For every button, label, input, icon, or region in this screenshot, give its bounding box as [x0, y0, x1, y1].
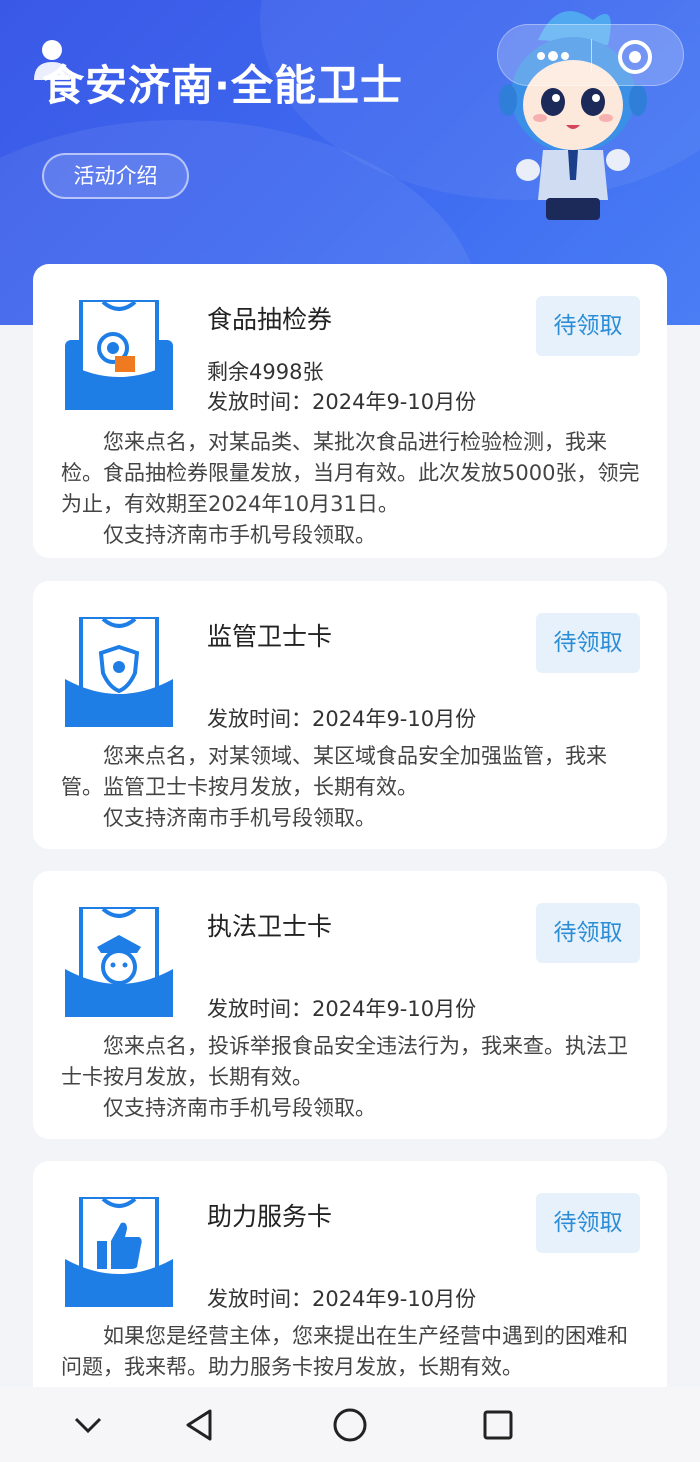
- issue-time: 发放时间：2024年9-10月份: [207, 997, 477, 1021]
- issue-time: 发放时间：2024年9-10月份: [207, 390, 477, 414]
- description-text: 仅支持济南市手机号段领取。: [103, 523, 376, 547]
- remaining-count: 剩余4998张: [207, 360, 324, 384]
- page-title: 食安济南·全能卫士: [42, 61, 403, 110]
- card-description: 您来点名，对某领域、某区域食品安全加强监管，我来管。监管卫士卡按月发放，长期有效…: [61, 741, 641, 834]
- more-dots-icon[interactable]: [518, 41, 588, 71]
- issue-time: 发放时间：2024年9-10月份: [207, 707, 477, 731]
- chevron-down-icon[interactable]: [70, 1407, 106, 1443]
- food-sampling-icon: [65, 300, 173, 410]
- back-triangle-icon[interactable]: [182, 1407, 218, 1443]
- mini-program-capsule: [497, 24, 684, 86]
- card-title: 食品抽检券: [207, 305, 333, 334]
- card-description: 如果您是经营主体，您来提出在生产经营中遇到的困难和问题，我来帮。助力服务卡按月发…: [61, 1321, 641, 1383]
- close-circle-icon[interactable]: [616, 38, 654, 76]
- card-title: 监管卫士卡: [207, 622, 333, 651]
- home-circle-icon[interactable]: [332, 1407, 368, 1443]
- card-food-sampling: 食品抽检券 待领取 剩余4998张 发放时间：2024年9-10月份 您来点名，…: [33, 264, 667, 558]
- card-description: 您来点名，对某品类、某批次食品进行检验检测，我来检。食品抽检券限量发放，当月有效…: [61, 427, 641, 551]
- capsule-divider: [591, 39, 592, 73]
- claim-button[interactable]: 待领取: [536, 1193, 640, 1253]
- recent-square-icon[interactable]: [480, 1407, 516, 1443]
- police-officer-icon: [65, 907, 173, 1017]
- description-text: 您来点名，对某领域、某区域食品安全加强监管，我来管。监管卫士卡按月发放，长期有效…: [61, 744, 607, 799]
- description-text: 您来点名，投诉举报食品安全违法行为，我来查。执法卫士卡按月发放，长期有效。: [61, 1034, 628, 1089]
- shield-icon: [65, 617, 173, 727]
- card-assistance-service: 助力服务卡 待领取 发放时间：2024年9-10月份 如果您是经营主体，您来提出…: [33, 1161, 667, 1421]
- system-navigation-bar: [0, 1387, 700, 1462]
- activity-intro-button[interactable]: 活动介绍: [42, 153, 189, 199]
- description-text: 仅支持济南市手机号段领取。: [103, 1096, 376, 1120]
- description-text: 如果您是经营主体，您来提出在生产经营中遇到的困难和问题，我来帮。助力服务卡按月发…: [61, 1324, 628, 1379]
- issue-time: 发放时间：2024年9-10月份: [207, 1287, 477, 1311]
- card-title: 助力服务卡: [207, 1202, 333, 1231]
- description-text: 仅支持济南市手机号段领取。: [103, 806, 376, 830]
- thumbs-up-icon: [65, 1197, 173, 1307]
- claim-button[interactable]: 待领取: [536, 613, 640, 673]
- card-title: 执法卫士卡: [207, 912, 333, 941]
- description-text: 您来点名，对某品类、某批次食品进行检验检测，我来检。食品抽检券限量发放，当月有效…: [61, 430, 640, 516]
- card-description: 您来点名，投诉举报食品安全违法行为，我来查。执法卫士卡按月发放，长期有效。 仅支…: [61, 1031, 641, 1124]
- claim-button[interactable]: 待领取: [536, 903, 640, 963]
- card-law-enforcement: 执法卫士卡 待领取 发放时间：2024年9-10月份 您来点名，投诉举报食品安全…: [33, 871, 667, 1139]
- card-supervision: 监管卫士卡 待领取 发放时间：2024年9-10月份 您来点名，对某领域、某区域…: [33, 581, 667, 849]
- claim-button[interactable]: 待领取: [536, 296, 640, 356]
